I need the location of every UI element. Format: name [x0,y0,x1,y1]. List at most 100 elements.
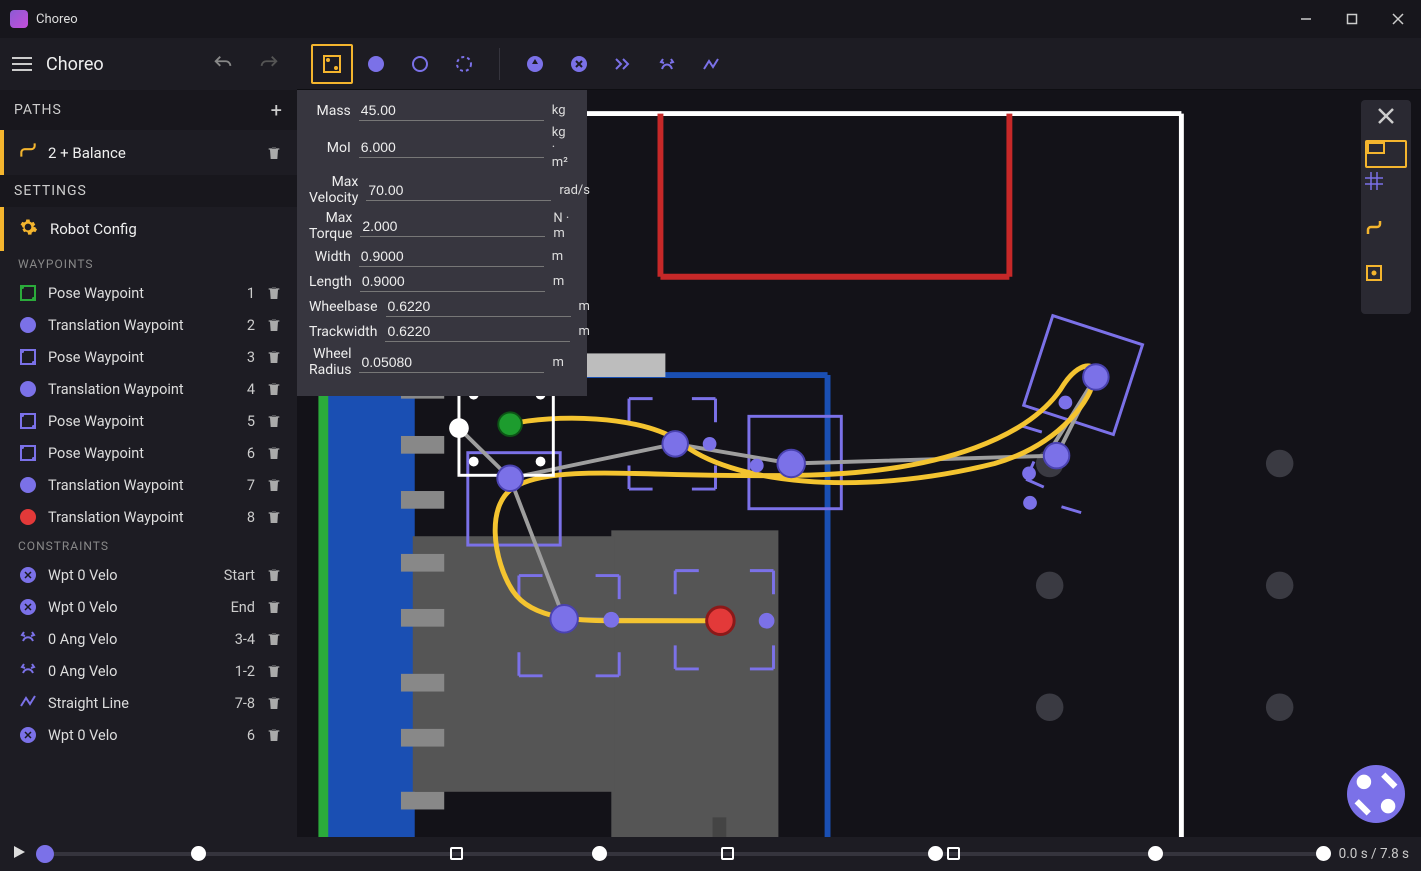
waypoint-number: 5 [217,413,255,430]
waypoint-item[interactable]: Translation Waypoint 8 [0,501,297,533]
minimize-button[interactable] [1283,0,1329,38]
waypoint-item[interactable]: Pose Waypoint 5 [0,405,297,437]
menu-button[interactable] [12,57,32,71]
config-unit: m [552,249,571,264]
generate-button[interactable] [1347,765,1405,823]
delete-constraint-button[interactable] [265,663,283,679]
config-unit: m [578,324,589,339]
config-input[interactable] [386,296,571,317]
tool-translation-waypoint[interactable] [355,44,397,84]
delete-path-button[interactable] [265,145,283,161]
waypoint-type-icon [18,411,38,431]
waypoint-label: Pose Waypoint [48,445,207,462]
delete-constraint-button[interactable] [265,695,283,711]
config-input[interactable] [359,100,544,121]
constraint-icon [18,661,38,681]
constraint-label: Wpt 0 Velo [48,567,207,584]
close-button[interactable] [1375,0,1421,38]
delete-waypoint-button[interactable] [265,445,283,461]
time-display: 0.0 s / 7.8 s [1339,846,1409,862]
timeline-scrubber[interactable] [36,845,54,863]
waypoint-item[interactable]: Pose Waypoint 6 [0,437,297,469]
constraint-range: 1-2 [217,663,255,680]
config-input[interactable] [360,271,545,292]
config-input[interactable] [360,216,545,237]
constraint-icon: ✕ [18,597,38,617]
tool-angular-constraint[interactable] [646,44,688,84]
constraint-item[interactable]: ✕ Wpt 0 Velo End [0,591,297,623]
config-input[interactable] [359,137,544,158]
delete-waypoint-button[interactable] [265,509,283,525]
waypoint-type-icon [18,283,38,303]
config-input[interactable] [366,180,551,201]
waypoint-number: 6 [217,445,255,462]
waypoint-item[interactable]: Translation Waypoint 4 [0,373,297,405]
play-button[interactable] [12,845,26,863]
tool-initial-guess[interactable] [443,44,485,84]
view-trajectory-button[interactable] [1365,218,1407,260]
path-item[interactable]: 2 + Balance [0,130,297,175]
config-unit: m [579,299,590,314]
constraint-range: 6 [217,727,255,744]
config-input[interactable] [359,352,544,373]
waypoint-item[interactable]: Pose Waypoint 3 [0,341,297,373]
config-input[interactable] [359,246,544,267]
redo-button[interactable] [253,48,285,80]
delete-waypoint-button[interactable] [265,349,283,365]
waypoint-label: Pose Waypoint [48,413,207,430]
robot-config-item[interactable]: Robot Config [0,207,297,251]
add-path-button[interactable]: + [271,98,283,122]
tool-stop-point[interactable] [602,44,644,84]
view-grid-button[interactable] [1365,172,1407,214]
undo-button[interactable] [207,48,239,80]
waypoint-number: 2 [217,317,255,334]
path-icon [18,140,38,165]
constraint-icon [18,693,38,713]
config-input[interactable] [385,321,570,342]
delete-constraint-button[interactable] [265,599,283,615]
tool-straight-line[interactable] [690,44,732,84]
waypoint-number: 4 [217,381,255,398]
waypoint-type-icon [18,347,38,367]
waypoint-number: 8 [217,509,255,526]
waypoint-item[interactable]: Pose Waypoint 1 [0,277,297,309]
delete-waypoint-button[interactable] [265,317,283,333]
delete-waypoint-button[interactable] [265,477,283,493]
constraint-icon: ✕ [18,565,38,585]
config-unit: kg [552,103,571,118]
constraint-label: Wpt 0 Velo [48,727,207,744]
waypoint-type-icon [18,475,38,495]
tool-empty-waypoint[interactable] [399,44,441,84]
tool-pose-waypoint[interactable] [311,44,353,84]
config-row: Width m [309,246,571,267]
constraint-icon [18,629,38,649]
constraint-item[interactable]: ✕ Wpt 0 Velo 6 [0,719,297,751]
delete-waypoint-button[interactable] [265,413,283,429]
view-waypoints-button[interactable] [1365,264,1407,306]
delete-constraint-button[interactable] [265,631,283,647]
config-unit: kg · m² [552,125,571,170]
main-area: Mass kg MoI kg · m² Max Velocity rad/s M… [297,38,1421,837]
constraint-item[interactable]: 0 Ang Velo 3-4 [0,623,297,655]
constraint-item[interactable]: ✕ Wpt 0 Velo Start [0,559,297,591]
config-unit: m [553,274,571,289]
timeline: 0.0 s / 7.8 s [0,837,1421,871]
constraint-label: 0 Ang Velo [48,663,207,680]
constraint-item[interactable]: Straight Line 7-8 [0,687,297,719]
waypoint-item[interactable]: Translation Waypoint 7 [0,469,297,501]
delete-constraint-button[interactable] [265,567,283,583]
app-name: Choreo [46,54,193,75]
waypoint-label: Translation Waypoint [48,509,207,526]
waypoint-item[interactable]: Translation Waypoint 2 [0,309,297,341]
view-field-button[interactable] [1365,140,1407,168]
constraint-item[interactable]: 0 Ang Velo 1-2 [0,655,297,687]
delete-constraint-button[interactable] [265,727,283,743]
close-panel-button[interactable] [1377,106,1395,130]
maximize-button[interactable] [1329,0,1375,38]
tool-heading[interactable] [514,44,556,84]
delete-waypoint-button[interactable] [265,381,283,397]
tool-velocity-constraint[interactable] [558,44,600,84]
config-unit: rad/s [559,183,590,198]
delete-waypoint-button[interactable] [265,285,283,301]
timeline-track[interactable] [36,852,1329,856]
